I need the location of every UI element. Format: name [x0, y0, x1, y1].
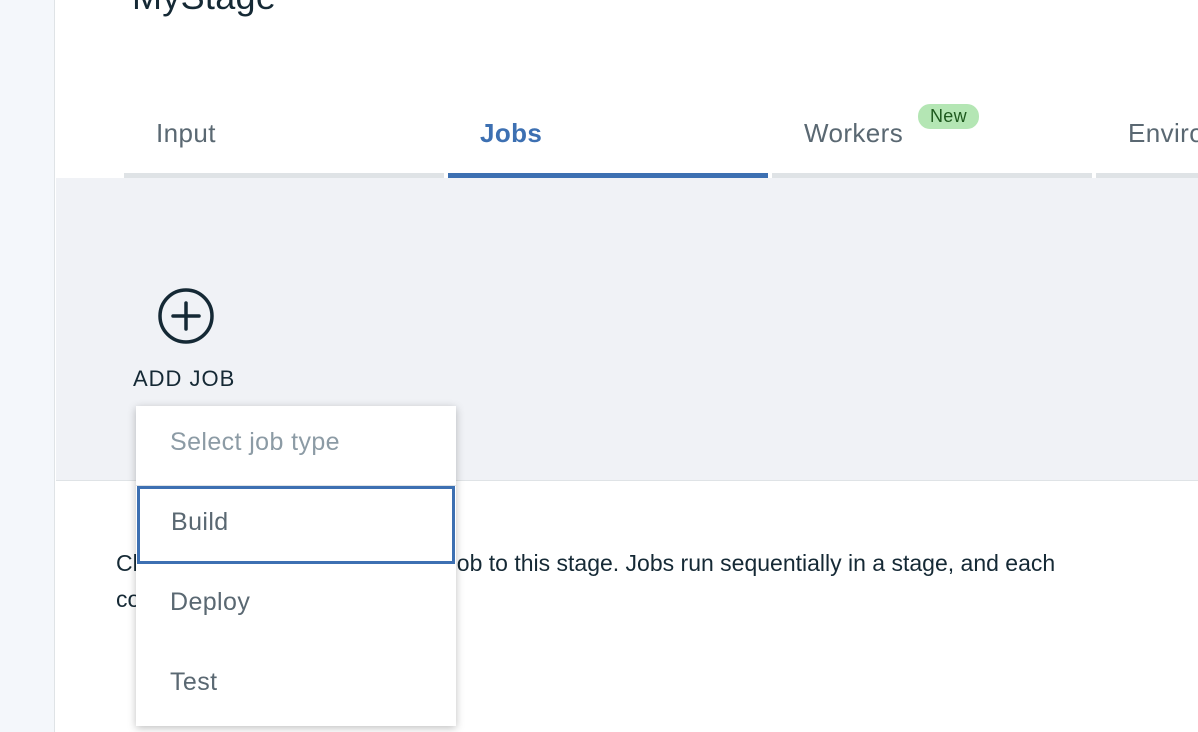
tab-input-label: Input — [156, 118, 216, 148]
left-rail — [0, 0, 55, 732]
job-type-dropdown[interactable]: Select job type Build Deploy Test — [136, 406, 456, 726]
tab-environment-label: Environment — [1128, 118, 1198, 148]
option-label: Deploy — [170, 588, 251, 616]
tab-input[interactable]: Input — [124, 0, 444, 178]
tab-jobs[interactable]: Jobs — [448, 0, 768, 178]
job-type-option-build[interactable]: Build — [137, 486, 455, 564]
stage-tabs: Input Jobs Workers New Environment — [124, 0, 1198, 178]
description-line-1-right: rst job to this stage. Jobs run sequenti… — [419, 550, 1056, 576]
stage-editor: MyStage Input Jobs Workers New Environme… — [56, 0, 1198, 732]
description-line-1-left: Cl — [116, 550, 138, 576]
tab-workers-label: Workers — [804, 118, 904, 148]
tab-jobs-label: Jobs — [480, 118, 543, 148]
job-type-option-test[interactable]: Test — [136, 646, 456, 724]
tab-environment[interactable]: Environment — [1096, 0, 1198, 178]
option-label: Build — [171, 508, 229, 536]
tab-workers[interactable]: Workers New — [772, 0, 1092, 178]
add-job-label: ADD JOB — [133, 366, 236, 391]
new-badge: New — [918, 104, 979, 129]
add-job-button[interactable] — [156, 286, 216, 346]
job-type-option-deploy[interactable]: Deploy — [136, 566, 456, 644]
job-type-placeholder: Select job type — [170, 428, 340, 456]
plus-circle-icon — [158, 288, 214, 344]
option-label: Test — [170, 668, 218, 696]
